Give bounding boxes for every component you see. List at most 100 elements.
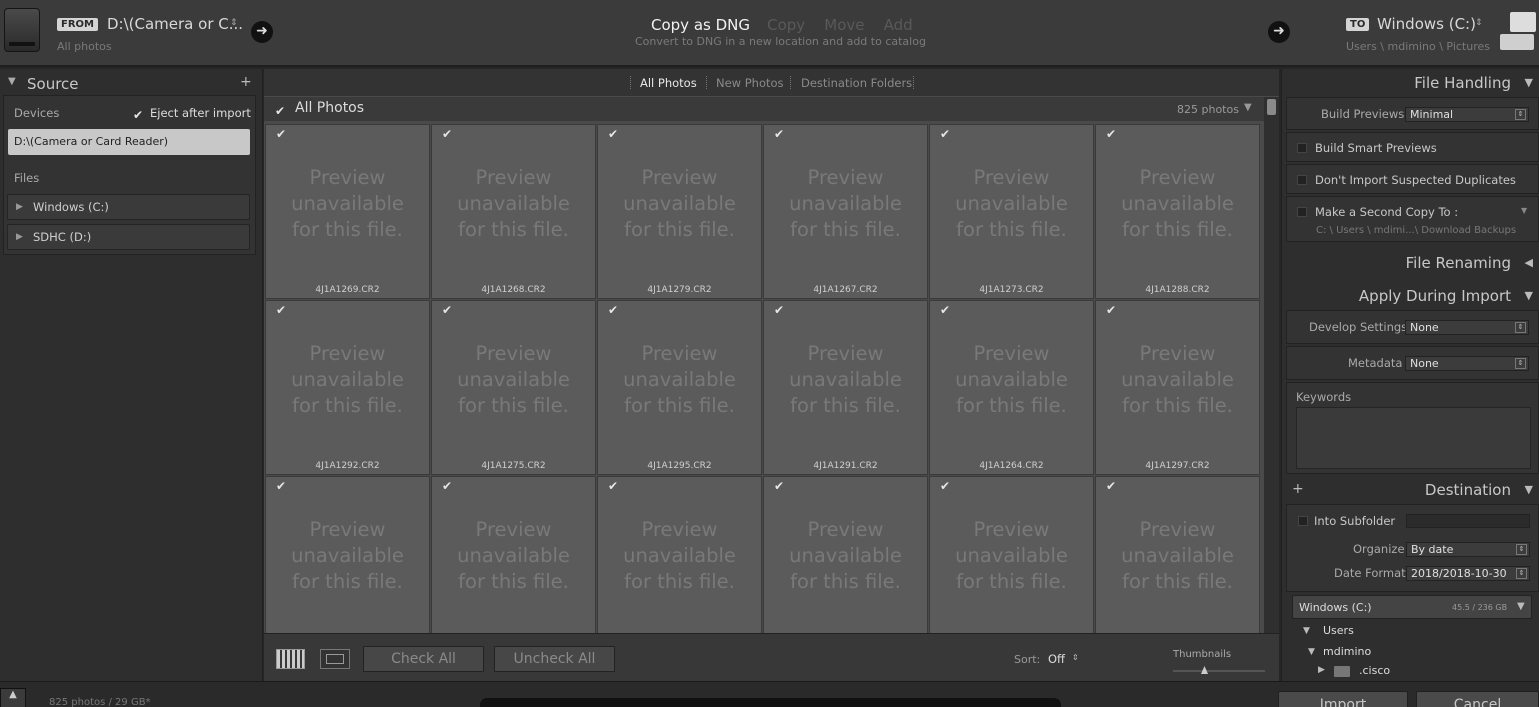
grid-menu-icon[interactable]: ▼ <box>1244 102 1252 113</box>
sort-value[interactable]: Off <box>1048 652 1065 666</box>
expand-icon[interactable]: ▶ <box>16 195 23 219</box>
second-copy-dropdown-icon[interactable]: ▼ <box>1521 206 1527 215</box>
expand-icon[interactable]: ◀ <box>1525 249 1533 277</box>
scrollbar-thumb[interactable] <box>1267 99 1276 115</box>
tab-destination-folders[interactable]: Destination Folders <box>801 76 912 90</box>
loupe-view-icon[interactable] <box>320 649 350 669</box>
tab-new-photos[interactable]: New Photos <box>716 76 784 90</box>
photo-checkbox[interactable] <box>1106 127 1117 141</box>
check-all-button[interactable]: Check All <box>363 646 484 672</box>
organize-select[interactable]: By date ⇕ <box>1406 542 1530 557</box>
source-drive-icon[interactable] <box>4 8 40 52</box>
drive-dropdown-icon[interactable]: ▼ <box>1517 601 1525 612</box>
photo-cell[interactable]: Previewunavailablefor this file. <box>763 476 928 634</box>
photo-checkbox[interactable] <box>940 127 951 141</box>
develop-settings-select[interactable]: None ⇕ <box>1405 320 1529 335</box>
drive-item-windows[interactable]: ▶ Windows (C:) <box>7 194 250 220</box>
photo-checkbox[interactable] <box>608 479 619 493</box>
expand-up-icon[interactable]: ▲ <box>0 688 26 707</box>
subfolder-checkbox[interactable] <box>1298 516 1308 526</box>
photo-checkbox[interactable] <box>442 127 453 141</box>
mode-copy-as-dng[interactable]: Copy as DNG <box>651 16 750 34</box>
grid-scrollbar[interactable] <box>1264 97 1279 637</box>
cancel-button[interactable]: Cancel <box>1416 691 1539 707</box>
photo-checkbox[interactable] <box>940 303 951 317</box>
photo-checkbox[interactable] <box>608 127 619 141</box>
all-photos-checkbox[interactable] <box>275 104 286 118</box>
photo-cell[interactable]: Previewunavailablefor this file. 4J1A1297… <box>1095 300 1260 475</box>
photo-checkbox[interactable] <box>1106 303 1117 317</box>
photo-checkbox[interactable] <box>940 479 951 493</box>
photo-cell[interactable]: Previewunavailablefor this file. 4J1A1275… <box>431 300 596 475</box>
photo-checkbox[interactable] <box>442 479 453 493</box>
thumbnail-slider-track[interactable] <box>1173 670 1265 672</box>
collapse-icon[interactable]: ▼ <box>1525 282 1533 310</box>
photo-cell[interactable]: Previewunavailablefor this file. 4J1A1295… <box>597 300 762 475</box>
photo-cell[interactable]: Previewunavailablefor this file. 4J1A1288… <box>1095 124 1260 299</box>
keywords-field[interactable] <box>1296 407 1531 469</box>
smart-previews-checkbox[interactable] <box>1297 143 1307 153</box>
photo-cell[interactable]: Previewunavailablefor this file. 4J1A1279… <box>597 124 762 299</box>
folder-users[interactable]: Users <box>1323 624 1354 637</box>
add-source-icon[interactable]: + <box>240 74 252 90</box>
collapse-icon[interactable]: ▼ <box>1525 69 1533 97</box>
photo-checkbox[interactable] <box>1106 479 1117 493</box>
to-location[interactable]: Windows (C:) <box>1377 15 1476 33</box>
photo-checkbox[interactable] <box>774 479 785 493</box>
from-location[interactable]: D:\(Camera or C... <box>107 15 243 33</box>
mode-move[interactable]: Move <box>824 16 864 34</box>
drive-item-sdhc[interactable]: ▶ SDHC (D:) <box>7 224 250 250</box>
photo-cell[interactable]: Previewunavailablefor this file. 4J1A1268… <box>431 124 596 299</box>
folder-cisco[interactable]: .cisco <box>1359 664 1390 677</box>
to-dropdown-icon[interactable]: ⇕ <box>1475 18 1483 28</box>
photo-checkbox[interactable] <box>774 303 785 317</box>
photo-checkbox[interactable] <box>276 479 287 493</box>
file-handling-header[interactable]: File Handling ▼ <box>1281 69 1539 97</box>
selected-device[interactable]: D:\(Camera or Card Reader) <box>8 129 250 155</box>
photo-cell[interactable]: Previewunavailablefor this file. 4J1A1267… <box>763 124 928 299</box>
photo-cell[interactable]: Previewunavailablefor this file. <box>597 476 762 634</box>
eject-checkbox[interactable] <box>133 108 144 122</box>
photo-cell[interactable]: Previewunavailablefor this file. <box>1095 476 1260 634</box>
mode-copy[interactable]: Copy <box>767 16 805 34</box>
import-button[interactable]: Import <box>1278 691 1408 707</box>
grid-view-icon[interactable] <box>276 649 305 669</box>
from-dropdown-icon[interactable]: ⇕ <box>230 18 238 28</box>
photo-cell[interactable]: Previewunavailablefor this file. <box>265 476 430 634</box>
file-renaming-header[interactable]: File Renaming ◀ <box>1281 249 1539 277</box>
destination-drive[interactable]: Windows (C:) 45.5 / 236 GB ▼ <box>1292 595 1532 619</box>
tab-all-photos[interactable]: All Photos <box>640 76 697 90</box>
expand-icon[interactable]: ▶ <box>16 225 23 249</box>
cisco-expand-icon[interactable]: ▶ <box>1318 665 1325 675</box>
photo-checkbox[interactable] <box>276 303 287 317</box>
metadata-select[interactable]: None ⇕ <box>1405 356 1529 371</box>
photo-cell[interactable]: Previewunavailablefor this file. 4J1A1269… <box>265 124 430 299</box>
preset-bar[interactable] <box>480 698 1061 707</box>
photo-cell[interactable]: Previewunavailablefor this file. 4J1A1291… <box>763 300 928 475</box>
photo-cell[interactable]: Previewunavailablefor this file. <box>929 476 1094 634</box>
second-copy-checkbox[interactable] <box>1297 207 1307 217</box>
duplicates-checkbox[interactable] <box>1297 175 1307 185</box>
date-format-select[interactable]: 2018/2018-10-30 ⇕ <box>1406 566 1530 581</box>
photo-cell[interactable]: Previewunavailablefor this file. <box>431 476 596 634</box>
user-expand-icon[interactable]: ▼ <box>1308 647 1315 657</box>
photo-cell[interactable]: Previewunavailablefor this file. 4J1A1273… <box>929 124 1094 299</box>
photo-cell[interactable]: Previewunavailablefor this file. 4J1A1292… <box>265 300 430 475</box>
photo-cell[interactable]: Previewunavailablefor this file. 4J1A1264… <box>929 300 1094 475</box>
second-copy-path[interactable]: C: \ Users \ mdimi...\ Download Backups <box>1316 225 1516 236</box>
folder-user[interactable]: mdimino <box>1323 645 1371 658</box>
photo-checkbox[interactable] <box>774 127 785 141</box>
destination-header[interactable]: Destination ▼ <box>1281 476 1539 504</box>
photo-checkbox[interactable] <box>276 127 287 141</box>
uncheck-all-button[interactable]: Uncheck All <box>494 646 615 672</box>
collapse-icon[interactable]: ▼ <box>1525 476 1533 504</box>
mode-add[interactable]: Add <box>884 16 913 34</box>
sort-dropdown-icon[interactable]: ⇕ <box>1072 653 1079 662</box>
photo-checkbox[interactable] <box>608 303 619 317</box>
subfolder-name-field[interactable] <box>1406 514 1530 528</box>
source-collapse-icon[interactable]: ▼ <box>8 76 16 87</box>
apply-during-import-header[interactable]: Apply During Import ▼ <box>1281 282 1539 310</box>
photo-checkbox[interactable] <box>442 303 453 317</box>
users-expand-icon[interactable]: ▼ <box>1303 626 1310 636</box>
build-previews-select[interactable]: Minimal ⇕ <box>1405 107 1529 122</box>
